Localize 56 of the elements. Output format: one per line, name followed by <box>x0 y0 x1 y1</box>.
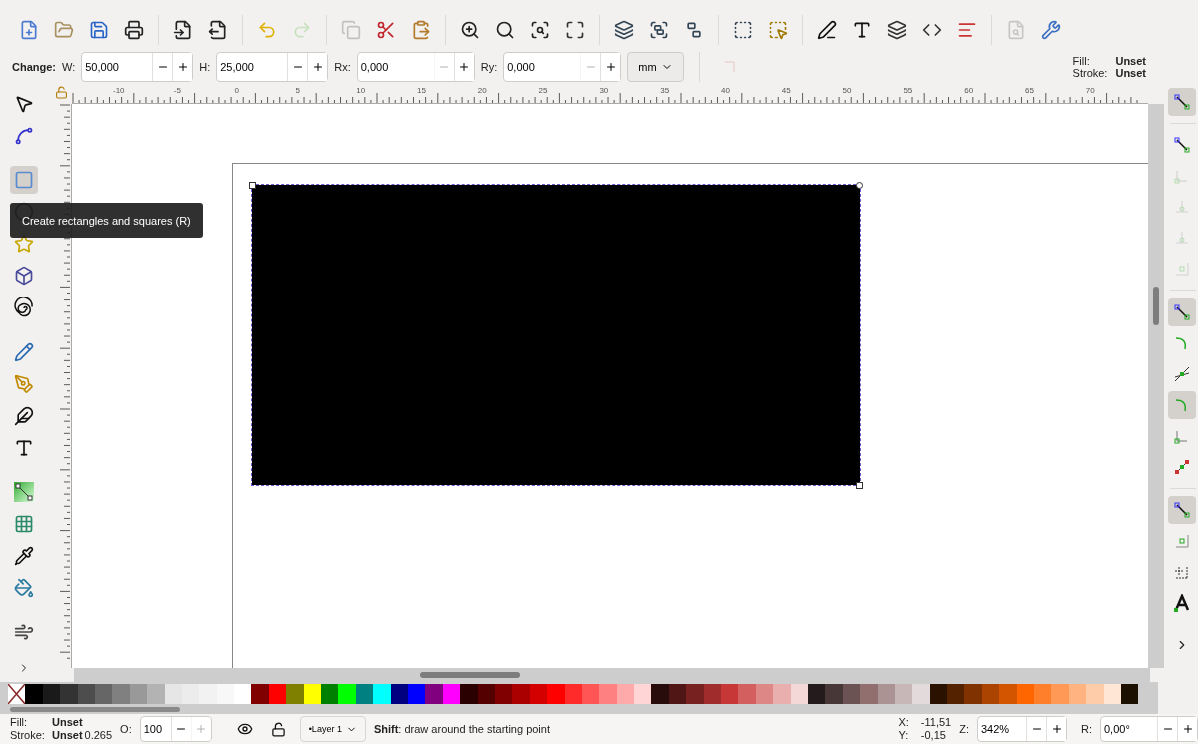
stroke-value: Unset <box>1115 67 1146 79</box>
opacity-field[interactable]: 100 <box>140 717 171 741</box>
number-field[interactable]: 25,000 <box>217 53 288 81</box>
ruler-label: -5 <box>173 86 182 95</box>
field-label: H: <box>199 61 211 73</box>
ruler-label: 20 <box>477 86 488 95</box>
ruler-label: 15 <box>417 86 427 95</box>
spin-box[interactable]: 342% <box>977 716 1067 742</box>
fill-label: Fill: <box>10 716 29 729</box>
ruler-label: 45 <box>781 86 792 95</box>
ruler-label: 25 <box>538 86 549 95</box>
zoom-field[interactable]: 342% <box>978 717 1026 741</box>
ruler-label: 0 <box>234 86 241 95</box>
spin-box[interactable]: 25,000 <box>216 52 329 82</box>
unit-dropdown[interactable]: mm <box>627 52 684 82</box>
rotation-label: R: <box>1081 723 1092 735</box>
spin-box[interactable]: 0,00° <box>1100 716 1198 742</box>
opacity-label: O: <box>120 723 132 735</box>
layer-dropdown[interactable]: •Layer 1 <box>299 716 366 742</box>
stroke-value: Unset <box>52 729 83 742</box>
zoom-label: Z: <box>959 723 969 735</box>
tooltip: Create rectangles and squares (R) <box>10 203 203 238</box>
x-value: -11,51 <box>920 716 952 729</box>
toolbar-label: Change: <box>12 61 56 73</box>
y-label: Y: <box>898 729 909 742</box>
rotation-field[interactable]: 0,00° <box>1101 717 1157 741</box>
ruler-label: 30 <box>599 86 610 95</box>
ruler-label: 10 <box>356 86 367 95</box>
stroke-label: Stroke: <box>1072 67 1108 79</box>
ruler-label: 5 <box>295 86 301 95</box>
ruler-label: 50 <box>842 86 853 95</box>
ruler-label: 40 <box>721 86 731 95</box>
spin-box[interactable]: 0,000 <box>503 52 622 82</box>
spin-box[interactable]: 0,000 <box>356 52 475 82</box>
ruler-label: 65 <box>1025 86 1035 95</box>
ruler-label: 35 <box>660 86 671 95</box>
fill-value: Unset <box>1115 55 1146 67</box>
spin-box[interactable]: 100 <box>139 716 212 742</box>
ruler-label: 55 <box>903 86 914 95</box>
y-value: -0,15 <box>920 729 947 742</box>
ruler-label: 60 <box>964 86 975 95</box>
field-label: Rx: <box>334 61 351 73</box>
fill-label: Fill: <box>1072 55 1091 67</box>
ruler-label: -10 <box>113 86 126 95</box>
number-field[interactable]: 0,000 <box>504 53 581 81</box>
field-label: Ry: <box>480 61 498 73</box>
stroke-width: 0.265 <box>84 729 113 742</box>
ruler-label: 70 <box>1085 86 1096 95</box>
field-label: W: <box>62 61 76 73</box>
status-message: Shift: draw around the starting point <box>373 723 550 735</box>
spin-box[interactable]: 50,000 <box>81 52 194 82</box>
number-field[interactable]: 50,000 <box>82 53 153 81</box>
number-field[interactable]: 0,000 <box>357 53 434 81</box>
fill-value: Unset <box>52 716 83 729</box>
stroke-label: Stroke: <box>10 729 46 742</box>
x-label: X: <box>898 716 909 729</box>
